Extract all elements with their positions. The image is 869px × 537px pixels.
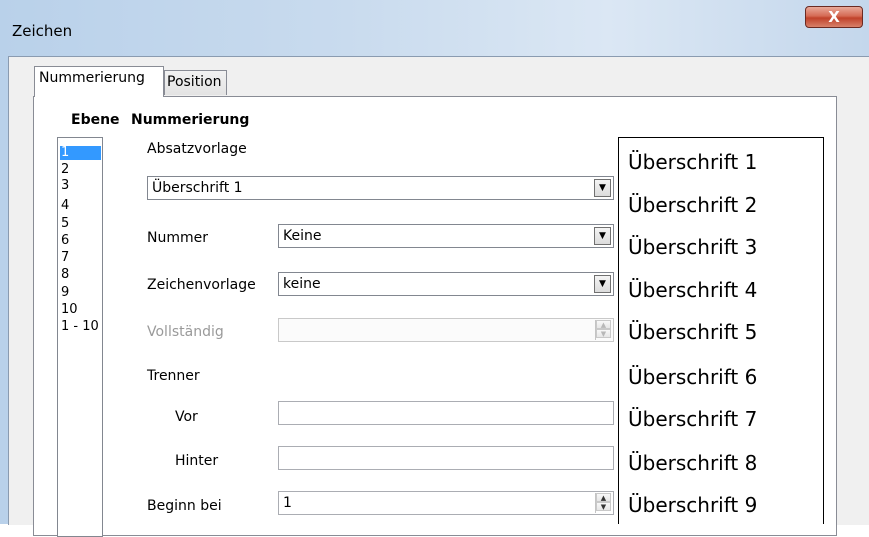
char-style-select[interactable]: keine ▼ (278, 272, 614, 296)
preview-line: Überschrift 7 (628, 407, 758, 431)
list-item[interactable]: 1 (60, 146, 101, 160)
complete-label: Vollständig (147, 324, 224, 340)
before-label: Vor (175, 409, 198, 425)
title-bar[interactable]: Zeichen X (0, 0, 869, 56)
numbering-preview: Überschrift 1 Überschrift 2 Überschrift … (618, 137, 824, 524)
preview-line: Überschrift 6 (628, 365, 758, 389)
list-item[interactable]: 2 (60, 163, 101, 177)
after-input[interactable] (278, 446, 614, 470)
chevron-down-icon[interactable]: ▼ (594, 179, 611, 197)
list-item[interactable]: 5 (60, 217, 101, 231)
number-label: Nummer (147, 230, 208, 246)
close-icon: X (828, 8, 840, 26)
chevron-down-icon[interactable]: ▼ (594, 275, 611, 293)
char-style-label: Zeichenvorlage (147, 277, 256, 293)
list-item[interactable]: 1 - 10 (60, 320, 101, 334)
list-item[interactable]: 4 (60, 199, 101, 213)
tab-position[interactable]: Position (164, 70, 227, 95)
list-item[interactable]: 7 (60, 251, 101, 265)
paragraph-style-label: Absatzvorlage (147, 141, 247, 157)
dialog-window: Zeichen X Nummerierung Position Ebene Nu… (0, 0, 869, 537)
preview-line: Überschrift 4 (628, 278, 758, 302)
preview-line: Überschrift 5 (628, 320, 758, 344)
tab-label: Nummerierung (39, 70, 145, 86)
start-spinbox[interactable]: 1 ▲ ▼ (278, 491, 614, 515)
spin-down-icon[interactable]: ▼ (596, 502, 611, 511)
tab-nummerierung[interactable]: Nummerierung (34, 66, 164, 97)
char-style-value: keine (283, 276, 321, 292)
preview-line: Überschrift 9 (628, 493, 758, 517)
separator-label: Trenner (147, 368, 200, 384)
close-button[interactable]: X (805, 6, 863, 28)
numbering-heading: Nummerierung (131, 112, 250, 128)
complete-spinner: ▲ ▼ (595, 320, 612, 340)
spin-up-icon: ▲ (596, 320, 611, 329)
list-item[interactable]: 9 (60, 286, 101, 300)
preview-line: Überschrift 2 (628, 193, 758, 217)
window-title: Zeichen (12, 22, 73, 40)
preview-line: Überschrift 3 (628, 235, 758, 259)
spin-down-icon: ▼ (596, 329, 611, 338)
after-label: Hinter (175, 453, 219, 469)
preview-line: Überschrift 1 (628, 150, 758, 174)
list-item[interactable]: 6 (60, 234, 101, 248)
tab-label: Position (167, 74, 222, 90)
spin-up-icon[interactable]: ▲ (596, 493, 611, 502)
number-value: Keine (283, 228, 322, 244)
chevron-down-icon[interactable]: ▼ (594, 227, 611, 245)
level-heading: Ebene (71, 112, 120, 128)
number-select[interactable]: Keine ▼ (278, 224, 614, 248)
list-item[interactable]: 10 (60, 303, 101, 317)
start-value: 1 (283, 495, 292, 511)
list-item[interactable]: 8 (60, 268, 101, 282)
start-spinner[interactable]: ▲ ▼ (595, 493, 612, 513)
start-label: Beginn bei (147, 498, 222, 514)
before-input[interactable] (278, 401, 614, 425)
level-list[interactable]: 1 2 3 4 5 6 7 8 9 10 1 - 10 (57, 137, 103, 537)
paragraph-style-value: Überschrift 1 (152, 180, 243, 196)
preview-line: Überschrift 8 (628, 451, 758, 475)
complete-spinbox: ▲ ▼ (278, 318, 614, 342)
list-item[interactable]: 3 (60, 179, 101, 193)
paragraph-style-select[interactable]: Überschrift 1 ▼ (147, 176, 614, 200)
